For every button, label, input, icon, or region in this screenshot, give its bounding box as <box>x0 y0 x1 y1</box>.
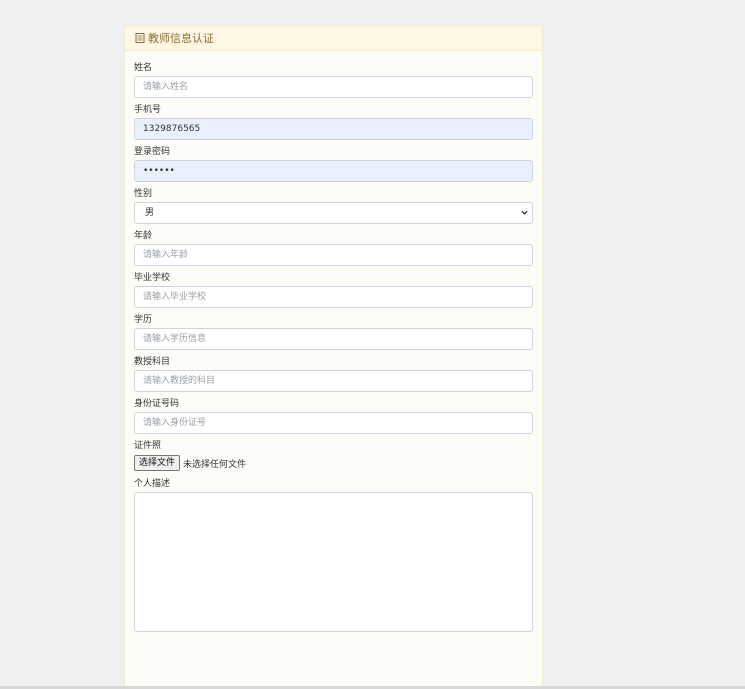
document-icon <box>135 33 145 43</box>
password-input[interactable] <box>134 160 533 182</box>
form: 姓名 手机号 登录密码 性别 男 年 <box>125 51 542 632</box>
school-label: 毕业学校 <box>134 273 171 283</box>
subject-input[interactable] <box>134 370 533 392</box>
education-input[interactable] <box>134 328 533 350</box>
form-group-photo: 证件照 选择文件 未选择任何文件 <box>134 440 533 472</box>
page: 教师信息认证 姓名 手机号 登录密码 性别 男 <box>0 0 745 689</box>
file-status-text: 未选择任何文件 <box>183 459 247 470</box>
phone-input[interactable] <box>134 118 533 140</box>
photo-file-input: 选择文件 未选择任何文件 <box>134 454 533 472</box>
form-group-subject: 教授科目 <box>134 356 533 392</box>
name-label: 姓名 <box>134 63 153 73</box>
panel-title: 教师信息认证 <box>148 32 214 45</box>
panel-header: 教师信息认证 <box>125 26 542 51</box>
form-group-phone: 手机号 <box>134 104 533 140</box>
description-label: 个人描述 <box>134 479 171 489</box>
form-group-description: 个人描述 <box>134 478 533 632</box>
education-label: 学历 <box>134 315 153 325</box>
form-group-education: 学历 <box>134 314 533 350</box>
form-group-name: 姓名 <box>134 62 533 98</box>
choose-file-button[interactable]: 选择文件 <box>134 455 181 471</box>
age-label: 年龄 <box>134 231 153 241</box>
form-group-id-number: 身份证号码 <box>134 398 533 434</box>
gender-select[interactable]: 男 <box>134 202 533 224</box>
gender-selected-value: 男 <box>134 202 533 224</box>
subject-label: 教授科目 <box>134 357 171 367</box>
phone-label: 手机号 <box>134 105 162 115</box>
age-input[interactable] <box>134 244 533 266</box>
school-input[interactable] <box>134 286 533 308</box>
password-label: 登录密码 <box>134 147 171 157</box>
description-textarea[interactable] <box>134 492 533 632</box>
id-number-label: 身份证号码 <box>134 399 180 409</box>
form-group-gender: 性别 男 <box>134 188 533 224</box>
form-group-age: 年龄 <box>134 230 533 266</box>
form-group-password: 登录密码 <box>134 146 533 182</box>
chevron-down-icon <box>521 210 528 215</box>
photo-label: 证件照 <box>134 441 162 451</box>
form-group-school: 毕业学校 <box>134 272 533 308</box>
id-number-input[interactable] <box>134 412 533 434</box>
name-input[interactable] <box>134 76 533 98</box>
gender-label: 性别 <box>134 189 153 199</box>
teacher-auth-panel: 教师信息认证 姓名 手机号 登录密码 性别 男 <box>124 25 543 689</box>
